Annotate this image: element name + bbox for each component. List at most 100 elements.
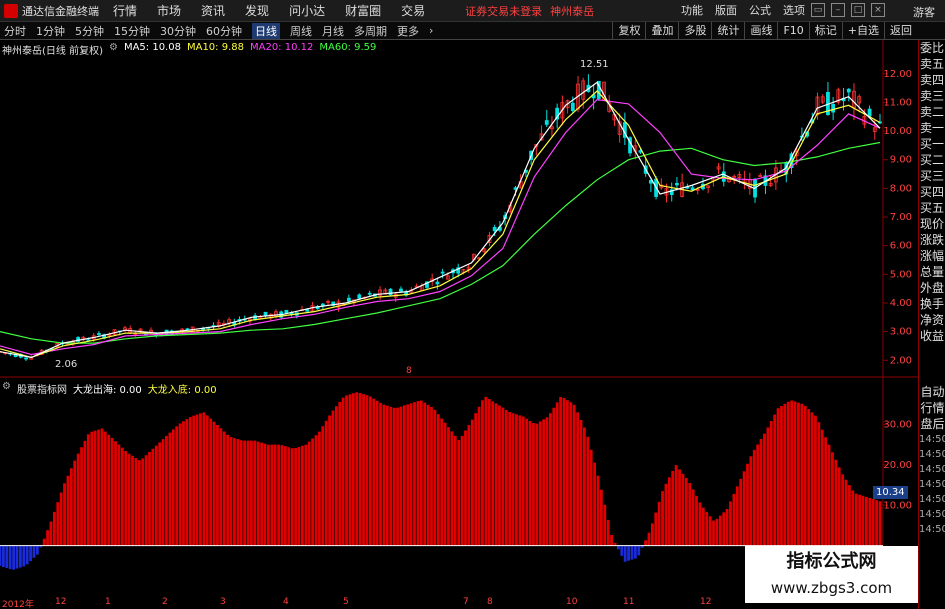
side-panel-mode[interactable]: 自动: [919, 384, 945, 400]
period-daily[interactable]: 日线: [252, 22, 280, 39]
current-value-badge: 10.34: [873, 486, 908, 499]
side-panel-item[interactable]: 收益: [919, 328, 945, 344]
side-panel-time: 14:50: [919, 494, 945, 505]
side-panel-item[interactable]: 买一: [919, 136, 945, 152]
watermark: 指标公式网 www.zbgs3.com: [745, 546, 918, 603]
side-panel-item[interactable]: 净资: [919, 312, 945, 328]
candle-body: [97, 333, 101, 335]
minimize-icon[interactable]: –: [831, 3, 845, 17]
price-tick-label: 8.00: [890, 183, 912, 194]
menu-wealth[interactable]: 财富圈: [345, 2, 381, 19]
side-panel-mode[interactable]: 行情: [919, 400, 945, 416]
btn-add-watchlist[interactable]: +自选: [841, 22, 884, 40]
price-tick-label: 3.00: [890, 327, 912, 338]
candle-body: [305, 309, 310, 312]
candle-body: [284, 309, 289, 314]
period-multi[interactable]: 多周期: [354, 23, 387, 39]
side-panel-item[interactable]: 涨跌: [919, 232, 945, 248]
side-panel-item[interactable]: 卖五: [919, 56, 945, 72]
indicator-tick-label: 20.00: [883, 460, 912, 471]
price-tick-label: 5.00: [890, 269, 912, 280]
menu-market-quotes[interactable]: 行情: [113, 2, 137, 19]
menu-news[interactable]: 资讯: [201, 2, 225, 19]
price-tick-label: 6.00: [890, 241, 912, 252]
side-panel-item[interactable]: 委比: [919, 40, 945, 56]
price-tick-label: 7.00: [890, 212, 912, 223]
side-panel-item[interactable]: 买二: [919, 152, 945, 168]
candle-body: [690, 187, 695, 191]
btn-multi-stock[interactable]: 多股: [678, 22, 711, 40]
menu-ask[interactable]: 问小达: [289, 2, 325, 19]
restore-icon[interactable]: ▭: [811, 3, 825, 17]
period-1min[interactable]: 1分钟: [36, 23, 65, 39]
menu-formula[interactable]: 公式: [749, 2, 771, 18]
date-tick-label: 1: [105, 597, 111, 607]
period-5min[interactable]: 5分钟: [75, 23, 104, 39]
period-weekly[interactable]: 周线: [290, 23, 312, 39]
price-tick-label: 11.00: [883, 97, 912, 108]
candle-body: [357, 294, 362, 299]
side-panel-item[interactable]: 卖四: [919, 72, 945, 88]
side-panel-item[interactable]: 买四: [919, 184, 945, 200]
side-panel-time: 14:50: [919, 434, 945, 445]
gear-icon[interactable]: ⚙: [2, 381, 11, 396]
period-timeshare[interactable]: 分时: [4, 23, 26, 39]
side-panel-time: 14:50: [919, 524, 945, 535]
gear-icon[interactable]: ⚙: [109, 42, 118, 57]
window-controls: ▭ – □ ×: [811, 3, 885, 17]
price-chart[interactable]: 12.00 11.00 10.00 9.00 8.00 7.00 6.00 5.00 4.00 3…: [0, 40, 918, 378]
date-tick-label: 5: [343, 597, 349, 607]
side-panel-item[interactable]: 涨幅: [919, 248, 945, 264]
guest-label[interactable]: 游客: [913, 4, 935, 20]
period-60min[interactable]: 60分钟: [206, 23, 242, 39]
side-panel-item[interactable]: 外盘: [919, 280, 945, 296]
side-panel-item[interactable]: 买三: [919, 168, 945, 184]
candle-body: [435, 281, 440, 285]
high-label: 12.51: [580, 59, 609, 70]
side-panel-mode[interactable]: 盘后: [919, 416, 945, 432]
price-tick-label: 12.00: [883, 69, 912, 80]
stock-title: 神州泰岳(日线 前复权): [2, 46, 103, 57]
menu-options[interactable]: 选项: [783, 2, 805, 18]
btn-overlay[interactable]: 叠加: [645, 22, 678, 40]
side-panel-item[interactable]: 换手: [919, 296, 945, 312]
side-panel-item[interactable]: 总量: [919, 264, 945, 280]
side-panel-item[interactable]: 买五: [919, 200, 945, 216]
period-bar: 分时 1分钟 5分钟 15分钟 30分钟 60分钟 日线 周线 月线 多周期 更…: [0, 22, 945, 40]
candle-body: [440, 271, 445, 274]
side-panel-item[interactable]: 卖三: [919, 88, 945, 104]
arrow-right-icon[interactable]: ›: [429, 24, 433, 37]
date-tick-label: 8: [487, 597, 493, 607]
period-15min[interactable]: 15分钟: [114, 23, 150, 39]
close-icon[interactable]: ×: [871, 3, 885, 17]
watermark-title: 指标公式网: [786, 551, 877, 572]
btn-back[interactable]: 返回: [884, 22, 917, 40]
menu-market[interactable]: 市场: [157, 2, 181, 19]
btn-statistics[interactable]: 统计: [711, 22, 744, 40]
side-panel-item[interactable]: 现价: [919, 216, 945, 232]
date-tick-label: 2012年: [2, 600, 34, 609]
btn-f10[interactable]: F10: [777, 22, 808, 40]
indicator-line2: 大龙入底: 0.00: [147, 385, 217, 396]
menu-discover[interactable]: 发现: [245, 2, 269, 19]
menu-trade[interactable]: 交易: [401, 2, 425, 19]
btn-mark[interactable]: 标记: [808, 22, 842, 40]
btn-restoration[interactable]: 复权: [612, 22, 645, 40]
date-tick-label: 11: [623, 597, 635, 607]
candle-body: [570, 102, 575, 111]
side-panel-item[interactable]: 卖二: [919, 104, 945, 120]
candle-body: [831, 103, 836, 113]
price-tick-label: 10.00: [883, 126, 912, 137]
login-status[interactable]: 证券交易未登录: [465, 3, 542, 19]
stock-name-top: 神州泰岳: [550, 4, 595, 18]
period-monthly[interactable]: 月线: [322, 23, 344, 39]
menu-layout[interactable]: 版面: [715, 2, 737, 18]
period-30min[interactable]: 30分钟: [160, 23, 196, 39]
maximize-icon[interactable]: □: [851, 3, 865, 17]
side-panel-item[interactable]: 卖一: [919, 120, 945, 136]
btn-draw-line[interactable]: 画线: [744, 22, 777, 40]
menu-function[interactable]: 功能: [681, 2, 703, 18]
candle-body: [346, 297, 351, 302]
period-more[interactable]: 更多: [397, 23, 419, 39]
candle-body: [24, 357, 28, 360]
